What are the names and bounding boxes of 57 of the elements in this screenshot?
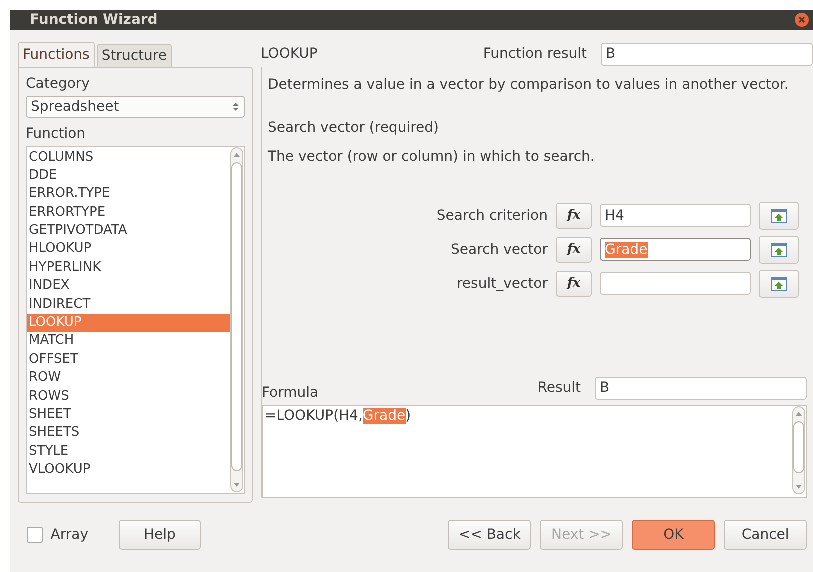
function-item[interactable]: HLOOKUP xyxy=(27,240,230,259)
array-checkbox[interactable] xyxy=(27,526,43,543)
category-select[interactable]: Spreadsheet xyxy=(26,96,245,118)
function-description: Determines a value in a vector by comparison to values in another vector. xyxy=(268,76,790,93)
argument-field[interactable] xyxy=(600,272,751,296)
function-item[interactable]: ERRORTYPE xyxy=(27,204,230,222)
function-item[interactable]: OFFSET xyxy=(27,350,230,370)
function-item[interactable]: INDEX xyxy=(27,277,230,296)
shrink-button[interactable] xyxy=(759,202,799,230)
function-label: Function xyxy=(26,126,87,142)
function-item[interactable]: SHEETS xyxy=(27,424,230,443)
function-button[interactable]: fx xyxy=(556,236,592,263)
function-item[interactable]: STYLE xyxy=(27,442,230,462)
scrollbar[interactable] xyxy=(230,146,244,493)
shrink-icon xyxy=(771,208,787,223)
argument-field[interactable]: H4 xyxy=(600,204,751,228)
scrollbar[interactable] xyxy=(792,406,806,495)
argument-label: Search vector xyxy=(450,242,549,258)
tab[interactable]: Functions xyxy=(18,42,95,67)
function-item[interactable]: COLUMNS xyxy=(27,148,230,167)
function-name: LOOKUP xyxy=(261,46,319,62)
function-item[interactable]: SHEET xyxy=(27,406,230,424)
array-label: Array xyxy=(50,526,88,543)
function-result-label: Function result xyxy=(483,46,587,62)
tab[interactable]: Structure xyxy=(96,44,172,67)
function-item[interactable]: DDE xyxy=(27,166,230,186)
dialog-button[interactable]: OK xyxy=(632,520,716,550)
shrink-button[interactable] xyxy=(759,270,799,298)
result-label: Result xyxy=(538,380,581,396)
spinner-icon xyxy=(232,100,240,113)
formula-label: Formula xyxy=(262,384,320,401)
shrink-button[interactable] xyxy=(759,236,799,264)
dialog-button[interactable]: Cancel xyxy=(724,520,808,550)
argument-title: Search vector (required) xyxy=(268,120,440,136)
function-item[interactable]: VLOOKUP xyxy=(27,461,230,480)
function-item[interactable]: ROWS xyxy=(27,388,230,406)
argument-label: result_vector xyxy=(456,276,549,292)
dialog-button[interactable]: Help xyxy=(118,520,202,550)
dialog-button[interactable]: << Back xyxy=(448,520,532,550)
result-field[interactable]: B xyxy=(595,376,807,400)
function-item[interactable]: ROW xyxy=(27,369,230,388)
function-item[interactable]: GETPIVOTDATA xyxy=(27,222,230,240)
function-item[interactable]: HYPERLINK xyxy=(27,258,230,278)
shrink-icon xyxy=(771,242,787,257)
function-button[interactable]: fx xyxy=(556,202,592,229)
argument-description: The vector (row or column) in which to search. xyxy=(268,148,596,165)
shrink-icon xyxy=(771,276,787,291)
function-result-field[interactable]: B xyxy=(601,42,813,66)
function-button[interactable]: fx xyxy=(556,270,592,297)
function-item[interactable]: ERROR.TYPE xyxy=(27,185,230,204)
formula-field[interactable]: =LOOKUP(H4,Grade) xyxy=(262,404,807,498)
category-label: Category xyxy=(26,76,91,92)
function-item[interactable]: MATCH xyxy=(27,332,230,351)
window-title: Function Wizard xyxy=(30,12,158,28)
function-item[interactable]: INDIRECT xyxy=(27,296,230,314)
close-icon[interactable] xyxy=(795,12,809,27)
argument-label: Search criterion xyxy=(436,208,549,224)
